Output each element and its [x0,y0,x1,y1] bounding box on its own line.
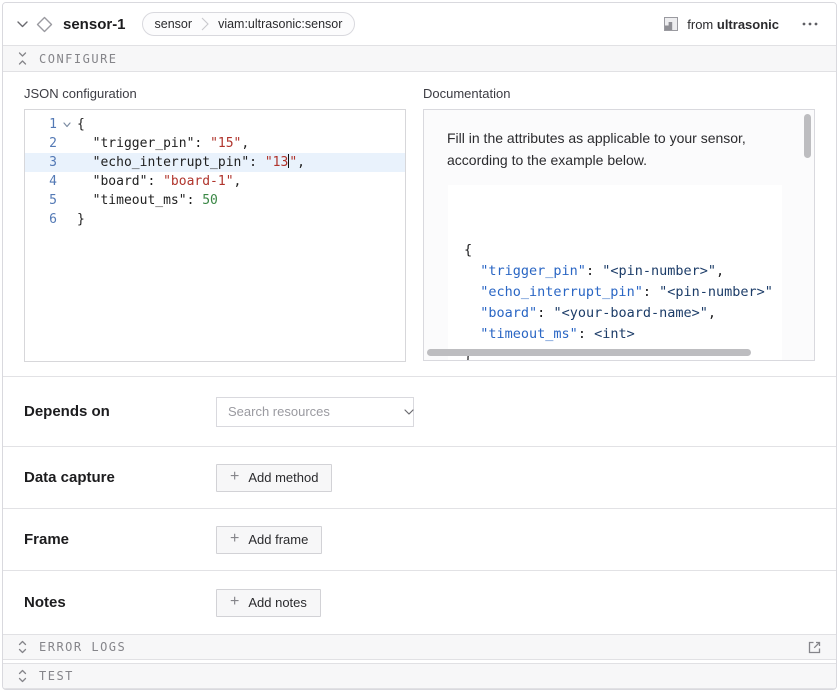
code-text: } [77,210,85,229]
data-capture-label: Data capture [24,469,216,486]
doc-code-line: "board": "<your-board-name>", [464,303,782,324]
depends-on-label: Depends on [24,403,216,420]
documentation-label: Documentation [423,86,815,101]
editor-line[interactable]: 1{ [25,115,405,134]
fold-gutter [57,134,77,153]
module-icon [664,17,678,31]
plus-icon: + [230,531,239,547]
test-label: TEST [39,669,74,683]
editor-line[interactable]: 4 "board": "board-1", [25,172,405,191]
diamond-icon [36,16,53,33]
chevron-down-icon [17,21,28,28]
configure-content: JSON configuration 1{2 "trigger_pin": "1… [3,72,836,376]
doc-code-line: "timeout_ms": <int> [464,324,782,345]
doc-code-line: "echo_interrupt_pin": "<pin-number>" [464,282,782,303]
json-editor[interactable]: 1{2 "trigger_pin": "15",3 "echo_interrup… [24,109,406,362]
component-type: sensor [155,17,193,31]
editor-line[interactable]: 6} [25,210,405,229]
line-number: 4 [25,172,57,191]
editor-line[interactable]: 3 "echo_interrupt_pin": "13", [25,153,405,172]
component-card: sensor-1 sensor viam:ultrasonic:sensor f… [2,2,837,690]
add-method-button[interactable]: +Add method [216,464,332,492]
doc-code-line: "trigger_pin": "<pin-number>", [464,261,782,282]
collapse-vertical-icon [17,52,28,65]
documentation-panel: Fill in the attributes as applicable to … [423,109,815,361]
fold-gutter [57,172,77,191]
editor-line[interactable]: 2 "trigger_pin": "15", [25,134,405,153]
component-header: sensor-1 sensor viam:ultrasonic:sensor f… [3,3,836,45]
fold-gutter [57,153,77,172]
line-number: 1 [25,115,57,134]
frame-section: Frame +Add frame [3,508,836,570]
component-type-badge: sensor viam:ultrasonic:sensor [142,12,356,36]
expand-vertical-icon [17,640,28,654]
chevron-right-icon [201,16,209,32]
plus-icon: + [230,469,239,485]
error-logs-label: ERROR LOGS [39,640,126,654]
fold-gutter [57,210,77,229]
add-frame-button[interactable]: +Add frame [216,526,322,554]
frame-label: Frame [24,531,216,548]
collapse-card-button[interactable] [17,21,28,28]
doc-horizontal-scrollbar[interactable] [427,349,751,356]
code-text: "board": "board-1", [77,172,241,191]
search-resources-input[interactable] [228,404,404,419]
documentation-intro: Fill in the attributes as applicable to … [447,128,780,171]
fold-gutter [57,191,77,210]
code-text: { [77,115,85,134]
test-section-header[interactable]: TEST [3,663,836,689]
notes-label: Notes [24,594,216,611]
documentation-code-block: { "trigger_pin": "<pin-number>", "echo_i… [448,185,782,361]
expand-vertical-icon [17,669,28,683]
code-text: "echo_interrupt_pin": "13", [77,153,305,172]
component-model: viam:ultrasonic:sensor [218,17,342,31]
code-text: "timeout_ms": 50 [77,191,218,210]
plus-icon: + [230,594,239,610]
doc-code-line: { [464,240,782,261]
module-name: ultrasonic [717,17,779,32]
data-capture-section: Data capture +Add method [3,446,836,508]
doc-vertical-scrollbar[interactable] [804,114,811,158]
error-logs-section-header[interactable]: ERROR LOGS [3,634,836,660]
editor-line[interactable]: 5 "timeout_ms": 50 [25,191,405,210]
line-number: 2 [25,134,57,153]
add-notes-button[interactable]: +Add notes [216,589,321,617]
code-text: "trigger_pin": "15", [77,134,249,153]
fold-chevron-icon[interactable] [57,115,77,134]
line-number: 3 [25,153,57,172]
open-logs-button[interactable] [807,640,822,655]
ellipsis-icon [802,22,818,26]
component-name: sensor-1 [63,16,126,33]
configure-section-header[interactable]: CONFIGURE [3,45,836,72]
depends-on-section: Depends on [3,376,836,446]
configure-label: CONFIGURE [39,52,118,66]
line-number: 5 [25,191,57,210]
chevron-down-icon [404,409,414,415]
more-menu-button[interactable] [798,20,822,28]
depends-on-select[interactable] [216,397,414,427]
notes-section: Notes +Add notes [3,570,836,634]
module-source: from ultrasonic [687,17,779,32]
external-link-icon [807,640,822,655]
json-configuration-label: JSON configuration [24,86,406,101]
line-number: 6 [25,210,57,229]
